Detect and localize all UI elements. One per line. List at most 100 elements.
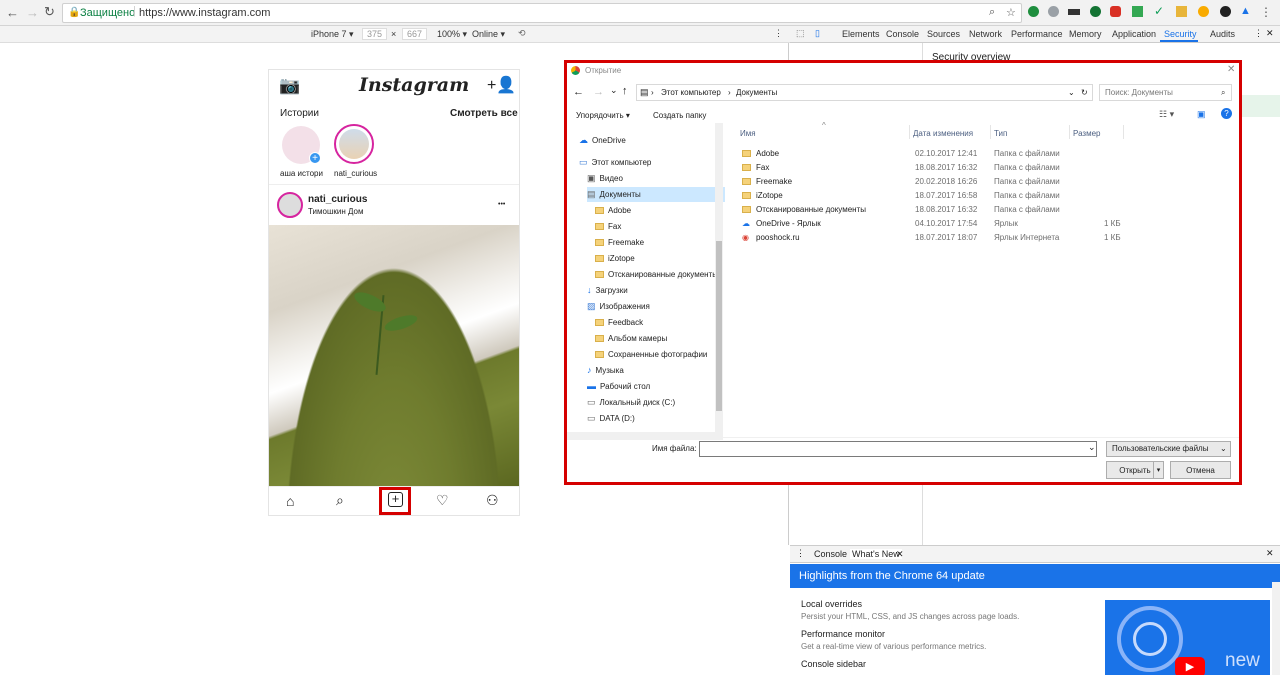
menu-icon[interactable]: ⋮ [1260,5,1272,19]
address-breadcrumb[interactable]: ▤ › Этот компьютер › Документы ⌄ ↻ [636,84,1093,101]
nav-scrollbar[interactable] [715,123,723,433]
nav-item[interactable]: Fax [595,219,725,234]
column-size[interactable]: Размер [1073,129,1101,138]
extension-icon[interactable] [1028,6,1039,17]
item-title[interactable]: Performance monitor [801,629,885,639]
url-text[interactable]: https://www.instagram.com [139,7,270,19]
preview-pane-icon[interactable]: ▣ [1197,109,1206,120]
devtools-menu-icon[interactable]: ⋮ [1254,28,1263,39]
devtools-tab[interactable]: Sources [927,29,960,39]
open-options-icon[interactable]: ▾ [1153,461,1164,479]
back-icon[interactable]: ← [573,86,584,98]
nav-item[interactable]: Freemake [595,235,725,250]
more-options-icon[interactable]: ••• [498,201,505,208]
check-icon[interactable]: ✓ [1154,5,1165,17]
file-row[interactable]: ☁ OneDrive - Ярлык 04.10.2017 17:54 Ярлык 1 … [742,217,1222,230]
file-row[interactable]: ◉ pooshock.ru 18.07.2017 18:07 Ярлык Интерн… [742,231,1222,244]
drawer-menu-icon[interactable]: ⋮ [796,548,805,559]
post-location[interactable]: Тимошкин Дом [308,207,363,216]
nav-item[interactable]: ▤ Документы [587,187,725,202]
devtools-tab[interactable]: Application [1112,29,1156,39]
chevron-down-icon[interactable]: ⌄ [1088,442,1096,453]
close-icon[interactable]: ✕ [1266,28,1274,39]
recent-icon[interactable]: ⌄ [610,85,618,96]
heart-icon[interactable]: ♡ [436,492,449,509]
drawer-tab-console[interactable]: Console [814,549,847,559]
nav-item[interactable]: Сохраненные фотографии [595,347,725,362]
post-avatar[interactable] [277,192,303,218]
devtools-tab[interactable]: Network [969,29,1002,39]
close-icon[interactable]: ✕ [1266,548,1274,559]
inspect-icon[interactable]: ⬚ [796,28,805,39]
extension-icon[interactable] [1132,6,1143,17]
item-title[interactable]: Local overrides [801,599,862,609]
star-icon[interactable]: ☆ [1006,6,1016,19]
nav-item[interactable]: ▬ Рабочий стол [587,379,725,394]
refresh-icon[interactable]: ↻ [1081,85,1088,100]
device-select[interactable]: iPhone 7 ▾ [311,29,354,40]
nav-item[interactable]: iZotope [595,251,725,266]
search-icon[interactable]: ⌕ [989,6,995,19]
story-avatar[interactable] [334,124,374,164]
dropdown-icon[interactable]: ⌄ [1068,85,1075,100]
devtools-tab[interactable]: Console [886,29,919,39]
network-select[interactable]: Online ▾ [472,29,505,40]
column-date[interactable]: Дата изменения [913,129,973,138]
extension-icon[interactable] [1176,6,1187,17]
add-user-icon[interactable]: +👤 [487,75,516,95]
nav-item[interactable]: Отсканированные документы [595,267,725,282]
nav-item[interactable]: ▭ Этот компьютер [579,155,725,170]
nav-item[interactable]: ▭ DATA (D:) [587,411,725,426]
devtools-tab[interactable]: Performance [1011,29,1063,39]
height-input[interactable]: 667 [402,28,427,40]
new-folder-button[interactable]: Создать папку [653,111,706,120]
extension-icon[interactable] [1110,6,1121,17]
organize-button[interactable]: Упорядочить ▾ [576,111,630,120]
nav-item[interactable]: ▣ Видео [587,171,725,186]
extension-icon[interactable] [1220,6,1231,17]
story-avatar[interactable]: + [282,126,321,164]
devtools-tab[interactable]: Elements [842,29,880,39]
extension-icon[interactable] [1068,9,1080,15]
camera-icon[interactable]: 📷 [279,76,300,96]
search-icon[interactable]: ⌕ [336,492,344,509]
dialog-close-icon[interactable]: ✕ [1227,64,1235,75]
cancel-button[interactable]: Отмена [1170,461,1231,479]
up-icon[interactable]: ↑ [622,85,628,97]
back-icon[interactable]: ← [6,5,19,20]
devtools-tab[interactable]: Memory [1069,29,1102,39]
address-bar[interactable]: 🔒 Защищено | https://www.instagram.com ⌕… [62,3,1022,23]
nav-item[interactable]: ↓ Загрузки [587,283,725,298]
view-options-icon[interactable]: ☷ ▾ [1159,109,1174,120]
reload-icon[interactable]: ↻ [44,4,55,20]
width-input[interactable]: 375 [362,28,387,40]
nav-item[interactable]: ☁ OneDrive [579,133,725,148]
drawer-scrollbar[interactable] [1272,582,1280,675]
filename-input[interactable]: ⌄ [699,441,1097,457]
help-icon[interactable]: ? [1221,108,1232,119]
file-row[interactable]: Отсканированные документы 18.08.2017 16:3… [742,203,1222,216]
drawer-tab-whats-new[interactable]: What's New [850,549,902,559]
rotate-icon[interactable]: ⟲ [518,28,526,39]
column-type[interactable]: Тип [994,129,1007,138]
forward-icon[interactable]: → [26,5,39,20]
crumb-this-pc[interactable]: Этот компьютер [661,85,721,100]
watch-all-link[interactable]: Смотреть все [450,108,518,119]
file-row[interactable]: Adobe 02.10.2017 12:41 Папка с файлами [742,147,1222,160]
extension-icon[interactable] [1198,6,1209,17]
post-username[interactable]: nati_curious [308,194,367,205]
profile-icon[interactable]: ⚇ [486,492,499,509]
home-icon[interactable]: ⌂ [286,493,294,509]
close-icon[interactable]: ✕ [896,549,904,560]
file-row[interactable]: iZotope 18.07.2017 16:58 Папка с файлами [742,189,1222,202]
nav-item[interactable]: ▨ Изображения [587,299,725,314]
item-title[interactable]: Console sidebar [801,659,866,669]
devtools-tab[interactable]: Security [1164,29,1197,39]
search-field[interactable]: Поиск: Документы ⌕ [1099,84,1232,101]
file-row[interactable]: Fax 18.08.2017 16:32 Папка с файлами [742,161,1222,174]
nav-item[interactable]: ♪ Музыка [587,363,725,378]
nav-item[interactable]: Adobe [595,203,725,218]
device-mode-icon[interactable]: ▯ [815,28,820,39]
nav-item[interactable]: ▭ Локальный диск (C:) [587,395,725,410]
forward-icon[interactable]: → [593,86,604,98]
